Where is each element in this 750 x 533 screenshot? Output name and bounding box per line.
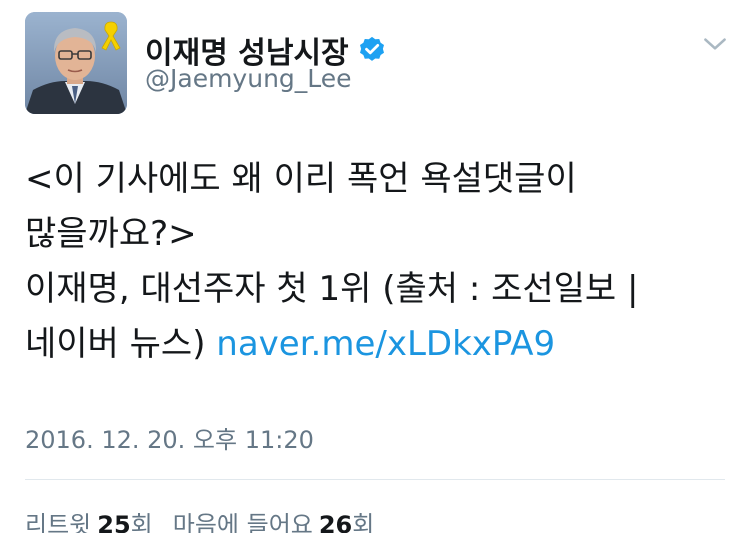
chevron-down-icon[interactable]	[700, 32, 730, 56]
user-handle[interactable]: @Jaemyung_Lee	[145, 64, 352, 93]
tweet-link[interactable]: naver.me/xLDkxPA9	[216, 324, 555, 364]
retweets-stat[interactable]: 리트윗 25 회	[25, 505, 153, 533]
likes-label: 마음에 들어요	[172, 511, 313, 533]
likes-stat[interactable]: 마음에 들어요 26 회	[173, 505, 375, 533]
likes-count: 26	[318, 511, 353, 533]
retweets-unit: 회	[130, 511, 153, 533]
divider	[25, 479, 725, 480]
likes-unit: 회	[352, 511, 375, 533]
tweet-text: <이 기사에도 왜 이리 폭언 욕설댓글이 많을까요?> 이재명, 대선주자 첫…	[25, 152, 730, 372]
tweet-stats: 리트윗 25 회 마음에 들어요 26 회	[25, 505, 374, 533]
tweet-card: 이재명 성남시장 @Jaemyung_Lee <이 기사에도 왜 이리 폭언 욕…	[0, 0, 750, 533]
tweet-timestamp[interactable]: 2016. 12. 20. 오후 11:20	[25, 420, 314, 455]
retweets-count: 25	[97, 511, 131, 533]
avatar[interactable]	[25, 12, 127, 114]
verified-badge-icon	[357, 35, 387, 65]
avatar-photo	[25, 12, 127, 114]
retweets-label: 리트윗	[25, 511, 92, 533]
